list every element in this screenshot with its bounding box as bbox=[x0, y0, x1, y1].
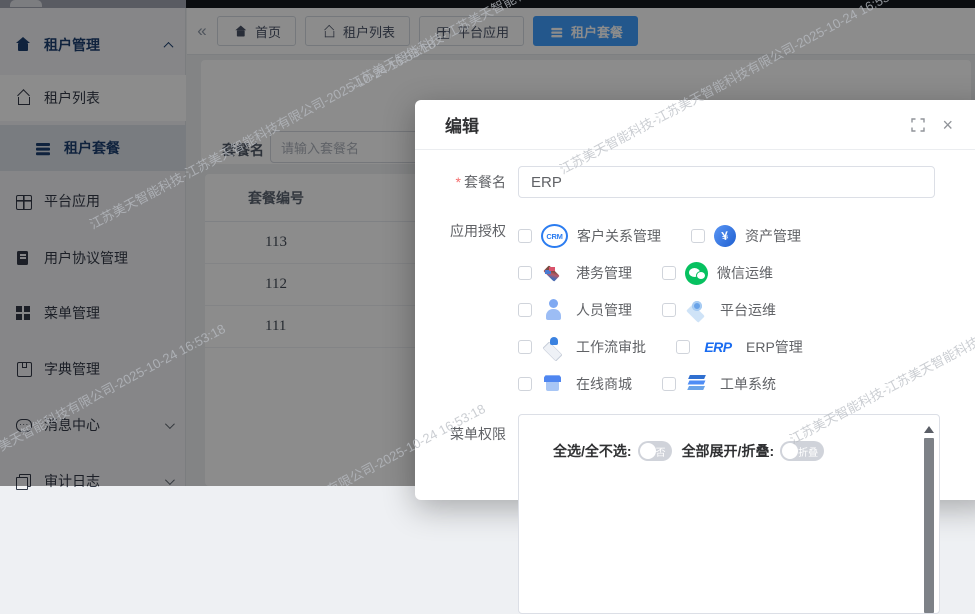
checkbox[interactable] bbox=[518, 229, 532, 243]
app-auth-item[interactable]: 港务管理 bbox=[518, 261, 632, 285]
app-auth-item[interactable]: CRM 客户关系管理 bbox=[518, 224, 661, 248]
menu-permission-tree-box: 全选/全不选: 否 全部展开/折叠: 折叠 bbox=[518, 414, 940, 614]
app-auth-item-label: 工作流审批 bbox=[576, 337, 646, 357]
checkbox[interactable] bbox=[662, 266, 676, 280]
checkbox[interactable] bbox=[662, 377, 676, 391]
app-auth-item[interactable]: 工作流审批 bbox=[518, 335, 646, 359]
app-auth-item-label: 平台运维 bbox=[720, 300, 776, 320]
app-auth-item-label: 资产管理 bbox=[745, 226, 801, 246]
edit-dialog: 编辑 × *套餐名 ERP 应用授权 CRM 客户关系管理 ¥ 资产管理港务管理 微信运… bbox=[415, 100, 975, 500]
wechat-icon bbox=[685, 262, 708, 285]
checkbox[interactable] bbox=[676, 340, 690, 354]
toggle-knob bbox=[782, 443, 798, 459]
package-name-input[interactable]: ERP bbox=[518, 166, 935, 198]
app-auth-item[interactable]: 在线商城 bbox=[518, 372, 632, 396]
package-name-row: *套餐名 ERP bbox=[415, 166, 975, 198]
app-auth-item[interactable]: 工单系统 bbox=[662, 372, 776, 396]
expand-collapse-toggle[interactable]: 折叠 bbox=[780, 441, 824, 461]
app-auth-item[interactable]: ERP ERP管理 bbox=[676, 335, 803, 359]
checkbox[interactable] bbox=[691, 229, 705, 243]
asset-icon: ¥ bbox=[713, 224, 738, 249]
toggle-off-text: 否 bbox=[656, 444, 666, 459]
checkbox[interactable] bbox=[662, 303, 676, 317]
dialog-title: 编辑 bbox=[445, 112, 479, 137]
menu-permission-row: 菜单权限 全选/全不选: 否 全部展开/折叠: 折叠 bbox=[415, 414, 975, 614]
select-all-toggle[interactable]: 否 bbox=[638, 441, 672, 461]
person-icon bbox=[541, 298, 567, 322]
select-all-label: 全选/全不选: bbox=[553, 441, 632, 461]
app-auth-item-label: 工单系统 bbox=[720, 374, 776, 394]
app-auth-item[interactable]: 人员管理 bbox=[518, 298, 632, 322]
scrollbar-thumb[interactable] bbox=[924, 438, 934, 613]
app-auth-item-label: ERP管理 bbox=[746, 337, 803, 357]
package-name-label: *套餐名 bbox=[415, 166, 518, 198]
expand-collapse-label: 全部展开/折叠: bbox=[682, 441, 775, 461]
app-auth-label: 应用授权 bbox=[415, 219, 518, 243]
checkbox[interactable] bbox=[518, 303, 532, 317]
close-icon[interactable]: × bbox=[942, 116, 953, 134]
crm-icon: CRM bbox=[541, 224, 568, 248]
app-auth-item-label: 微信运维 bbox=[717, 263, 773, 283]
workorder-icon bbox=[685, 372, 711, 396]
checkbox[interactable] bbox=[518, 266, 532, 280]
app-auth-item-label: 港务管理 bbox=[576, 263, 632, 283]
app-auth-item-label: 客户关系管理 bbox=[577, 226, 661, 246]
app-auth-item-label: 人员管理 bbox=[576, 300, 632, 320]
mall-icon bbox=[541, 372, 567, 396]
dialog-body: *套餐名 ERP 应用授权 CRM 客户关系管理 ¥ 资产管理港务管理 微信运维人员管理… bbox=[415, 150, 975, 614]
toggle-knob bbox=[640, 443, 656, 459]
app-auth-item[interactable]: ¥ 资产管理 bbox=[691, 224, 801, 248]
menu-permission-label: 菜单权限 bbox=[415, 414, 518, 454]
workflow-icon bbox=[541, 335, 567, 359]
fullscreen-icon[interactable] bbox=[911, 118, 925, 132]
erp-icon: ERP bbox=[699, 335, 737, 359]
app-auth-row: 应用授权 CRM 客户关系管理 ¥ 资产管理港务管理 微信运维人员管理 平台运维工作流审批… bbox=[415, 219, 975, 396]
app-auth-item[interactable]: 微信运维 bbox=[662, 261, 773, 285]
checkbox[interactable] bbox=[518, 377, 532, 391]
required-asterisk: * bbox=[456, 174, 461, 190]
tree-scrollbar[interactable] bbox=[923, 418, 935, 613]
checkbox[interactable] bbox=[518, 340, 532, 354]
scroll-up-arrow-icon bbox=[924, 421, 934, 433]
toggle-fold-text: 折叠 bbox=[798, 444, 818, 459]
port-icon bbox=[541, 261, 567, 285]
app-auth-item-label: 在线商城 bbox=[576, 374, 632, 394]
platform-icon bbox=[685, 298, 711, 322]
app-auth-item[interactable]: 平台运维 bbox=[662, 298, 776, 322]
dialog-header: 编辑 × bbox=[415, 100, 975, 150]
